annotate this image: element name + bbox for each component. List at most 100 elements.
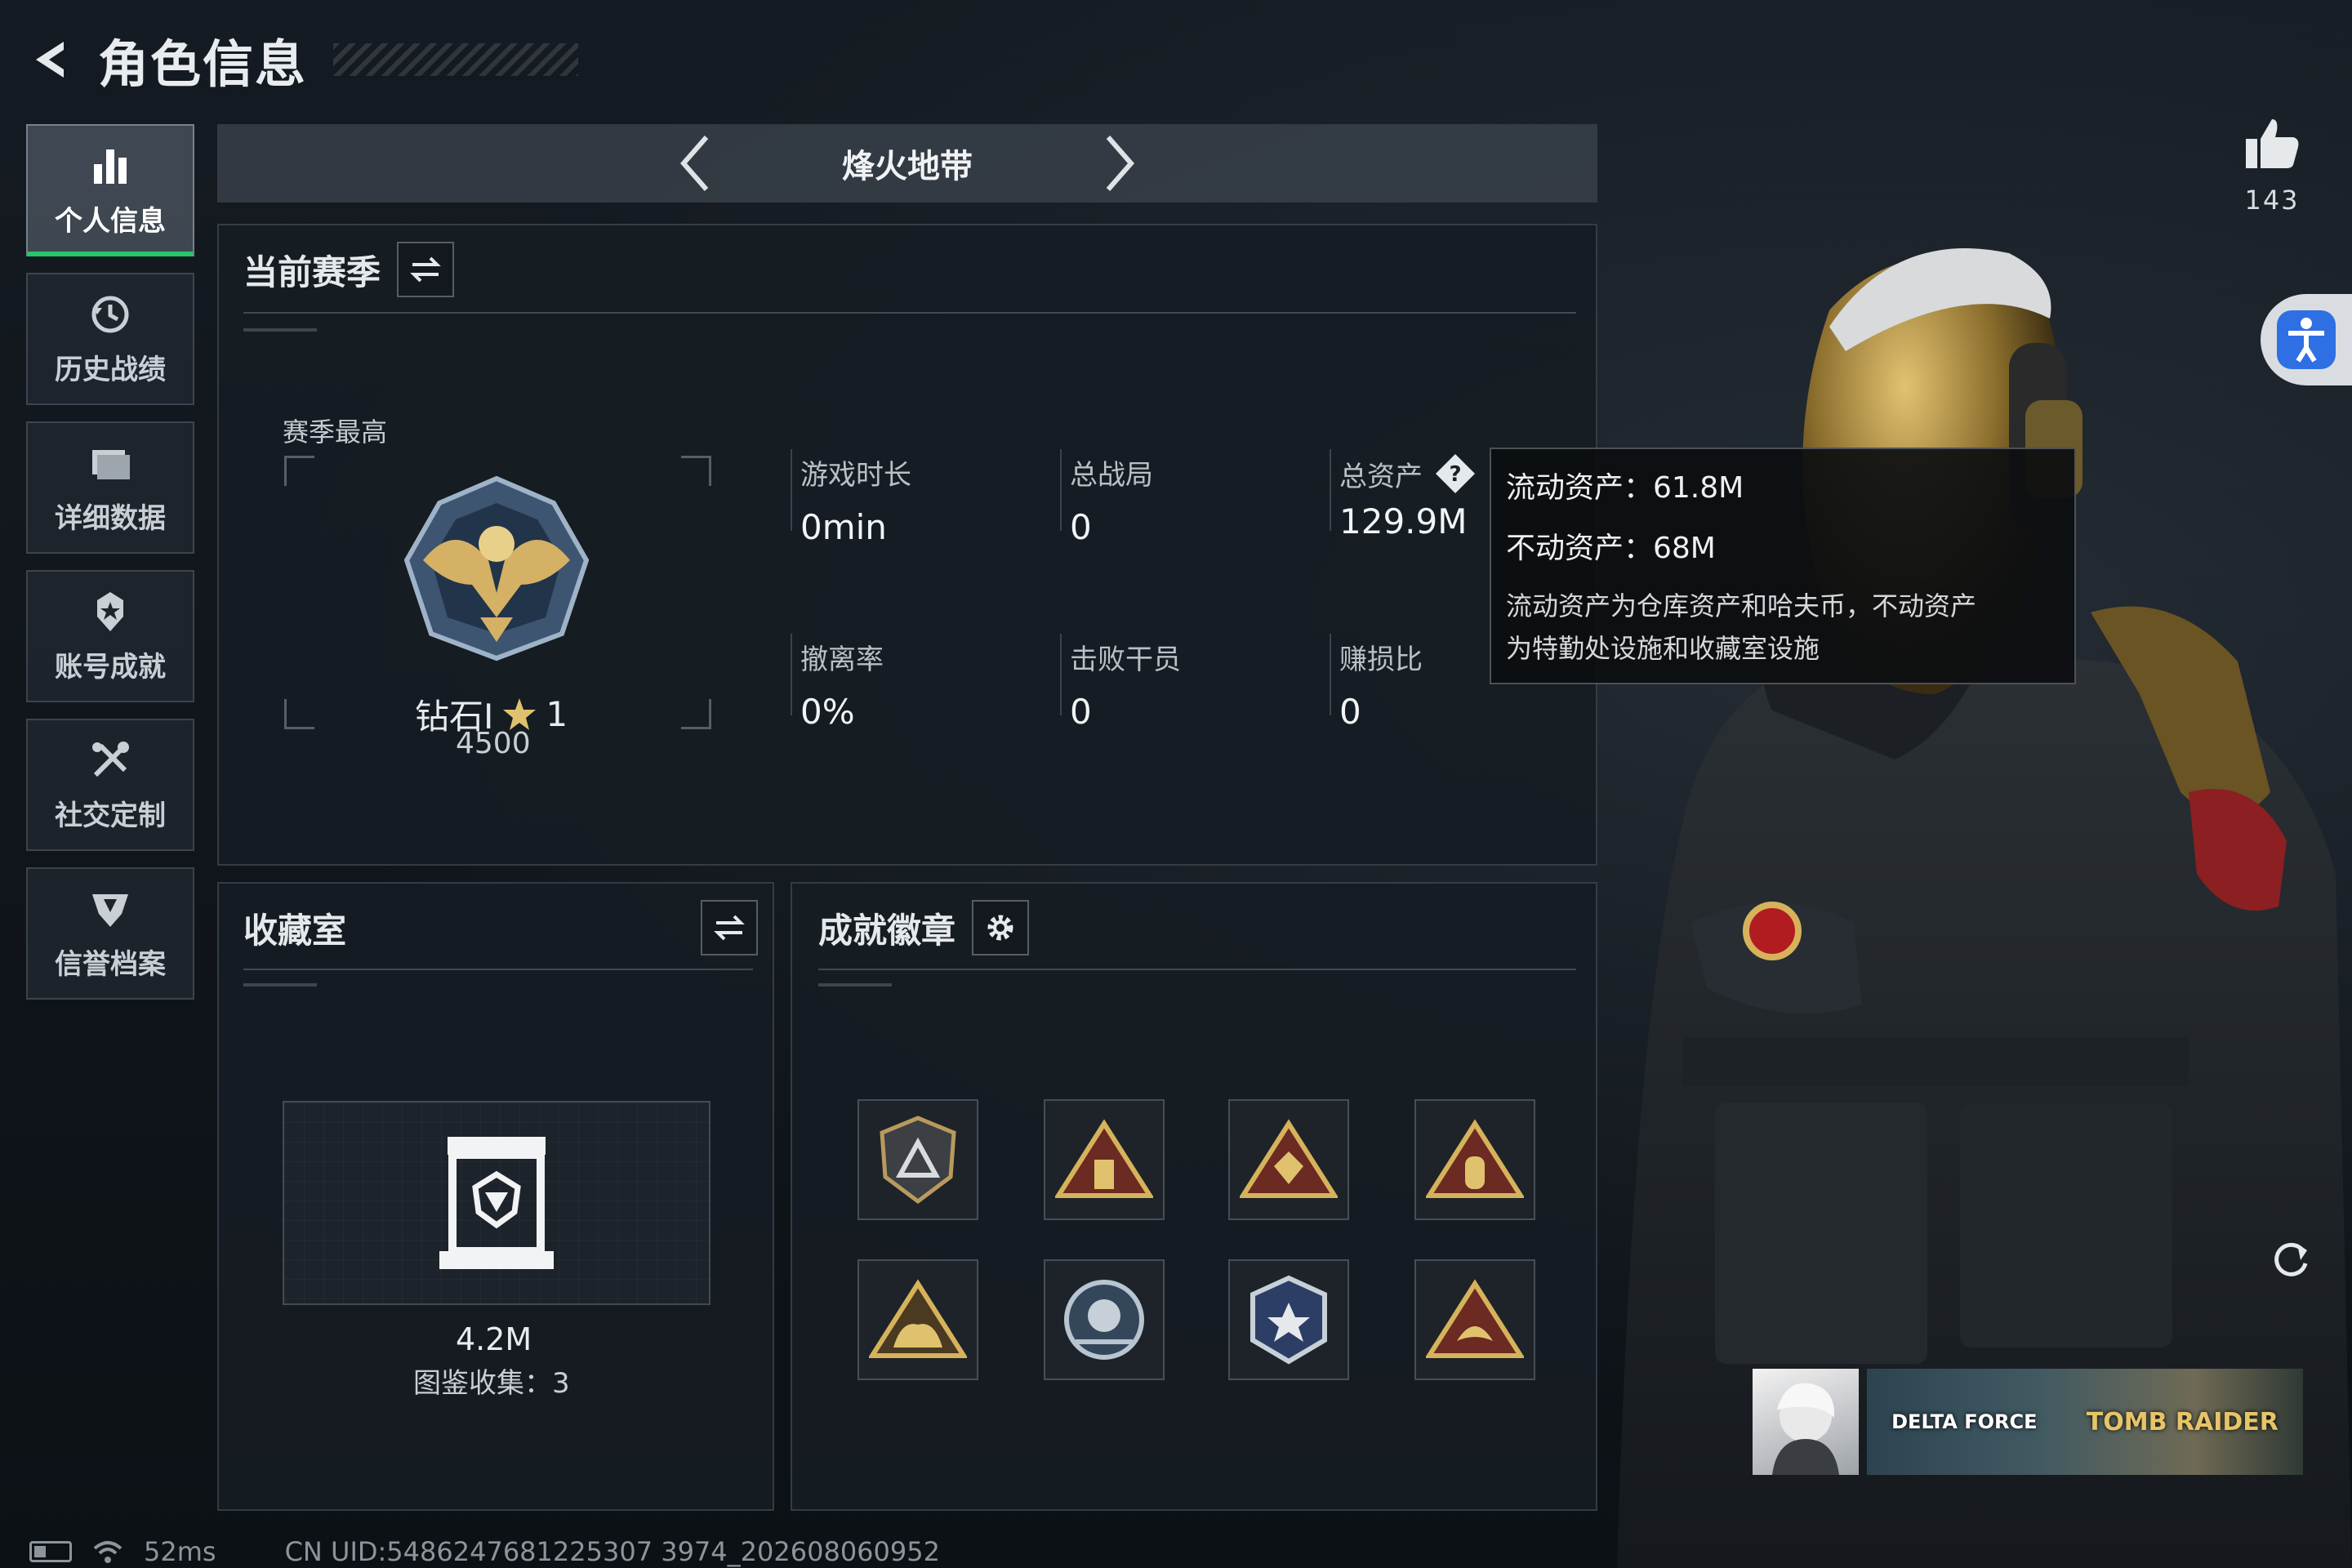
rank-score: 4500 (456, 727, 531, 760)
vault-collection: 图鉴收集：3 (413, 1367, 570, 1400)
sidebar-item-credit[interactable]: 信誉档案 (26, 867, 194, 1000)
gear-icon (987, 915, 1013, 941)
vault-title: 收藏室 (243, 910, 347, 951)
vault-header: 收藏室 (243, 900, 758, 956)
fish-triangle-badge-icon (1426, 1279, 1524, 1358)
likes[interactable]: 143 (2239, 114, 2305, 216)
character-portrait (1617, 248, 2352, 1568)
swap-icon (714, 915, 745, 941)
stat-divider (1060, 449, 1062, 531)
mode-title: 烽火地带 (842, 148, 973, 185)
achievement-badge-3[interactable] (1228, 1099, 1349, 1220)
badges-settings-button[interactable] (972, 900, 1030, 956)
display-case-icon (439, 1137, 554, 1269)
stat-value: 0min (800, 507, 887, 547)
stat-value: 0 (1339, 692, 1361, 732)
sidebar-item-achievements[interactable]: 账号成就 (26, 570, 194, 702)
season-header-tick (243, 328, 317, 332)
svg-text:?: ? (1449, 462, 1461, 487)
accessibility-icon (2277, 310, 2336, 369)
shield-heart-icon (92, 893, 128, 927)
back-arrow-icon[interactable] (24, 33, 77, 86)
stat-divider (1330, 449, 1331, 531)
stat-value: 0 (1070, 507, 1092, 547)
title-decoration (333, 43, 579, 76)
stat-label-row: 总资产 ? (1339, 452, 1477, 495)
stat-playtime: 游戏时长 0min (800, 452, 911, 547)
tower-triangle-badge-icon (1055, 1119, 1153, 1198)
tooltip-desc-line1: 流动资产为仓库资产和哈夫币，不动资产 (1506, 590, 1977, 621)
stat-divider (791, 634, 792, 715)
thumbs-up-icon (2246, 119, 2299, 168)
season-header-divider (243, 312, 1576, 314)
frame-corner (681, 699, 711, 729)
banner-game-a: DELTA FORCE (1891, 1410, 2038, 1433)
sidebar-item-detailed-data[interactable]: 详细数据 (26, 421, 194, 554)
wifi-icon (93, 1541, 122, 1563)
achievement-badge-2[interactable] (1044, 1099, 1165, 1220)
prev-mode-button[interactable] (670, 131, 719, 196)
sidebar-item-personal-info[interactable]: 个人信息 (26, 124, 194, 256)
next-mode-button[interactable] (1095, 131, 1144, 196)
achievement-badge-5[interactable] (858, 1259, 978, 1380)
help-icon[interactable]: ? (1434, 452, 1477, 495)
battery-icon (29, 1541, 72, 1562)
ping-text: 52ms (144, 1536, 216, 1567)
vault-display-case[interactable] (283, 1101, 710, 1305)
folder-data-icon (92, 449, 130, 479)
stat-label: 游戏时长 (800, 459, 911, 492)
achievement-badge-7[interactable] (1228, 1259, 1349, 1380)
sidebar: 个人信息 历史战绩 详细数据 账号成就 社交定制 信誉档案 (26, 124, 194, 1016)
season-best-label: 赛季最高 (283, 416, 388, 448)
event-banner[interactable]: DELTA FORCE TOMB RAIDER (1753, 1369, 2303, 1475)
season-header: 当前赛季 (243, 242, 455, 297)
achievement-badge-8[interactable] (1414, 1259, 1535, 1380)
tooltip-liquid-assets: 流动资产：61.8M (1506, 471, 1744, 505)
stat-profit-ratio: 赚损比 0 (1339, 637, 1423, 732)
stat-label: 总资产 (1339, 460, 1423, 493)
banner-game-b: TOMB RAIDER (2086, 1407, 2278, 1437)
achievement-badge-1[interactable] (858, 1099, 978, 1220)
sidebar-item-label: 信誉档案 (55, 947, 166, 981)
achievement-badge-4[interactable] (1414, 1099, 1535, 1220)
stat-divider (791, 449, 792, 531)
stat-divider (1330, 634, 1331, 715)
mode-selector: 烽火地带 (217, 124, 1597, 203)
achievement-star-icon (97, 591, 123, 631)
capsule-triangle-badge-icon (1426, 1119, 1524, 1198)
planet-round-badge-icon (1064, 1280, 1144, 1360)
accessibility-button[interactable] (2261, 294, 2352, 385)
shield-triangle-badge-icon (880, 1116, 956, 1205)
stat-label: 总战局 (1070, 459, 1153, 492)
stat-value: 0 (1070, 692, 1092, 732)
banner-character-thumbnail (1753, 1369, 1859, 1475)
beast-triangle-badge-icon (869, 1279, 967, 1358)
sidebar-item-label: 详细数据 (55, 501, 166, 535)
frame-corner (284, 456, 314, 486)
frame-corner (681, 456, 711, 486)
sidebar-item-history[interactable]: 历史战绩 (26, 273, 194, 405)
chevron-right-icon (1106, 136, 1134, 191)
sidebar-item-label: 社交定制 (55, 799, 166, 832)
badges-header: 成就徽章 (818, 900, 1030, 956)
rank-emblem-icon (403, 475, 590, 662)
vault-value: 4.2M (456, 1321, 532, 1357)
badges-header-divider (818, 969, 1576, 970)
tooltip-fixed-assets: 不动资产：68M (1506, 532, 1716, 565)
banner-promo: DELTA FORCE TOMB RAIDER (1867, 1369, 2303, 1475)
chevron-left-icon (680, 136, 709, 191)
achievement-badge-6[interactable] (1044, 1259, 1165, 1380)
vault-switch-button[interactable] (701, 900, 758, 956)
top-bar: 角色信息 (24, 23, 579, 96)
stat-label: 赚损比 (1339, 644, 1423, 676)
sidebar-item-label: 历史战绩 (55, 353, 166, 386)
sidebar-item-social[interactable]: 社交定制 (26, 719, 194, 851)
badges-title: 成就徽章 (818, 910, 956, 951)
assets-tooltip: 流动资产：61.8M 不动资产：68M 流动资产为仓库资产和哈夫币，不动资产 为… (1490, 448, 2076, 684)
stat-label: 撤离率 (800, 644, 884, 676)
tools-icon (92, 741, 129, 777)
stat-operators-defeated: 击败干员 0 (1070, 637, 1181, 732)
rotate-model-button[interactable] (2264, 1233, 2316, 1285)
refresh-icon (2274, 1242, 2308, 1276)
season-switch-button[interactable] (397, 242, 455, 297)
